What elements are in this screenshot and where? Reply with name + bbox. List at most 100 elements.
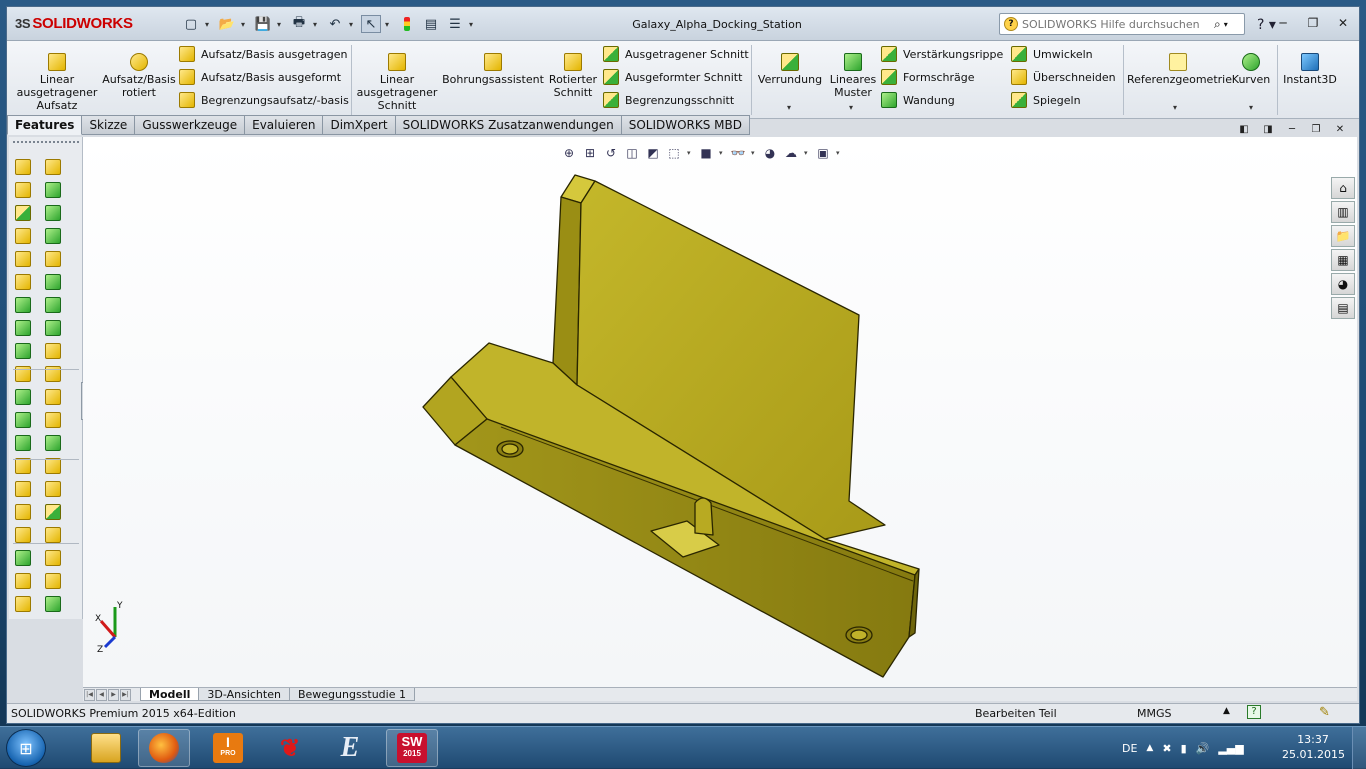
solidworks-resources-icon[interactable]: ⌂ — [1331, 177, 1355, 199]
taskbar-creo[interactable]: I PRO — [202, 729, 254, 767]
tab-sketch[interactable]: Skizze — [82, 115, 136, 135]
extrude-tool-icon[interactable] — [15, 159, 31, 175]
sweep-tool-icon[interactable] — [15, 205, 31, 221]
units-dropdown-icon[interactable]: ▲ — [1223, 706, 1230, 716]
boundary-cut-button[interactable]: Begrenzungsschnitt — [603, 90, 734, 110]
taskbar-e-app[interactable]: E — [324, 729, 376, 767]
apply-scene-dropdown-icon[interactable]: ▾ — [804, 149, 810, 157]
volume-icon[interactable]: 🔊 — [1196, 742, 1210, 755]
options-icon[interactable]: ☰ — [445, 15, 465, 33]
new-document-icon[interactable]: ▢ — [181, 15, 201, 33]
view-orientation-dropdown-icon[interactable]: ▾ — [687, 149, 693, 157]
hide-show-items-icon[interactable]: 👓 — [730, 145, 746, 161]
taskbar-firefox[interactable] — [138, 729, 190, 767]
edit-appearance-icon[interactable]: ◕ — [762, 145, 778, 161]
dome-tool-icon[interactable] — [45, 527, 61, 543]
fillet-button[interactable]: Verrundung — [755, 47, 825, 86]
hole-tool-icon[interactable] — [45, 297, 61, 313]
curves-button[interactable]: Kurven — [1223, 47, 1279, 86]
file-properties-icon[interactable]: ▤ — [421, 15, 441, 33]
minimize-icon[interactable]: ─ — [1273, 15, 1293, 31]
swept-cut-button[interactable]: Ausgetragener Schnitt — [603, 44, 749, 64]
tab-model[interactable]: Modell — [140, 688, 200, 701]
hole-wizard-button[interactable]: Bohrungsassistent — [441, 47, 545, 86]
curves-dropdown-icon[interactable]: ▾ — [1249, 103, 1253, 112]
revolve-tool-icon[interactable] — [15, 596, 31, 612]
open-folder-icon[interactable]: 📂 — [217, 15, 237, 33]
loft-tool-icon[interactable] — [15, 228, 31, 244]
rib-tool-icon[interactable] — [45, 159, 61, 175]
tab-next-icon[interactable]: ▶ — [108, 688, 119, 701]
section-view-icon[interactable]: ◫ — [624, 145, 640, 161]
shell-tool-icon[interactable] — [15, 343, 31, 359]
lofted-cut-button[interactable]: Ausgeformter Schnitt — [603, 67, 742, 87]
rib-button[interactable]: Verstärkungsrippe — [881, 44, 1003, 64]
rib-tool-icon[interactable] — [15, 320, 31, 336]
tab-addins[interactable]: SOLIDWORKS Zusatzanwendungen — [395, 115, 622, 135]
linear-extruded-cut-button[interactable]: Linear ausgetragener Schnitt — [355, 47, 439, 112]
new-dropdown-icon[interactable]: ▾ — [205, 15, 213, 33]
extrude-tool-icon[interactable] — [15, 573, 31, 589]
reference-geometry-dropdown-icon[interactable]: ▾ — [1173, 103, 1177, 112]
revolve-tool-icon[interactable] — [45, 435, 61, 451]
device-icon[interactable]: ▮ — [1181, 742, 1187, 755]
wrap-tool-icon[interactable] — [45, 251, 61, 267]
close-icon[interactable]: ✕ — [1333, 15, 1353, 31]
split-tool-icon[interactable] — [15, 504, 31, 520]
restore-icon[interactable]: ❐ — [1303, 15, 1323, 31]
view-settings-icon[interactable]: ▣ — [815, 145, 831, 161]
help-search-box[interactable]: ? ⌕ ▾ — [999, 13, 1245, 35]
graphics-area[interactable] — [83, 137, 1357, 687]
help-search-input[interactable] — [1022, 17, 1212, 31]
show-desktop-button[interactable] — [1352, 727, 1366, 769]
taskbar-red-app[interactable]: ❦ — [264, 729, 316, 767]
tab-evaluate[interactable]: Evaluieren — [245, 115, 324, 135]
lofted-boss-button[interactable]: Aufsatz/Basis ausgeformt — [179, 67, 341, 87]
sweep-tool-icon[interactable] — [45, 458, 61, 474]
open-dropdown-icon[interactable]: ▾ — [241, 15, 249, 33]
doc-restore-icon[interactable]: ❐ — [1309, 123, 1323, 135]
tab-last-icon[interactable]: ▶| — [120, 688, 131, 701]
draft-tool-icon[interactable] — [45, 228, 61, 244]
tab-dimxpert[interactable]: DimXpert — [323, 115, 396, 135]
mirror-tool-icon[interactable] — [15, 435, 31, 451]
search-dropdown-icon[interactable]: ▾ — [1224, 20, 1228, 29]
revolve-tool-icon[interactable] — [15, 182, 31, 198]
intersect-tool-icon[interactable] — [45, 320, 61, 336]
wrap-button[interactable]: Umwickeln — [1011, 44, 1093, 64]
display-style-icon[interactable]: ■ — [698, 145, 714, 161]
tab-mold-tools[interactable]: Gusswerkzeuge — [135, 115, 246, 135]
curve-tool-icon[interactable] — [15, 550, 31, 566]
language-indicator[interactable]: DE — [1122, 742, 1137, 755]
system-clock[interactable]: 13:37 25.01.2015 — [1282, 732, 1345, 762]
hole-tool-icon[interactable] — [15, 458, 31, 474]
revolved-cut-button[interactable]: Rotierter Schnitt — [547, 47, 599, 99]
undo-dropdown-icon[interactable]: ▾ — [349, 15, 357, 33]
network-signal-icon[interactable]: ▂▄▆ — [1218, 742, 1243, 755]
view-settings-dropdown-icon[interactable]: ▾ — [836, 149, 842, 157]
undo-icon[interactable]: ↶ — [325, 15, 345, 33]
doc-minimize-icon[interactable]: ─ — [1285, 123, 1299, 135]
tab-first-icon[interactable]: |◀ — [84, 688, 95, 701]
mirror-tool-icon[interactable] — [45, 274, 61, 290]
dome-tool-icon[interactable] — [15, 274, 31, 290]
linear-pattern-button[interactable]: Lineares Muster — [827, 47, 879, 99]
boundary-tool-icon[interactable] — [45, 504, 61, 520]
reference-geometry-button[interactable]: Referenzgeometrie — [1127, 47, 1232, 86]
boundary-boss-button[interactable]: Begrenzungsaufsatz/-basis — [179, 90, 349, 110]
wrap-tool-icon[interactable] — [15, 412, 31, 428]
previous-view-icon[interactable]: ↺ — [603, 145, 619, 161]
cut-tool-icon[interactable] — [45, 205, 61, 221]
custom-properties-icon[interactable]: ▤ — [1331, 297, 1355, 319]
save-dropdown-icon[interactable]: ▾ — [277, 15, 285, 33]
pattern-tool-icon[interactable] — [45, 550, 61, 566]
file-explorer-icon[interactable]: 📁 — [1331, 225, 1355, 247]
select-cursor-icon[interactable]: ↖ — [361, 15, 381, 33]
search-icon[interactable]: ⌕ — [1214, 17, 1221, 32]
hide-show-dropdown-icon[interactable]: ▾ — [751, 149, 757, 157]
tab-features[interactable]: Features — [7, 115, 83, 135]
print-icon[interactable]: 🖶 — [289, 15, 309, 33]
shell-tool-icon[interactable] — [45, 596, 61, 612]
status-help-icon[interactable]: ? — [1247, 705, 1261, 719]
toolbar-grip[interactable] — [13, 141, 79, 143]
